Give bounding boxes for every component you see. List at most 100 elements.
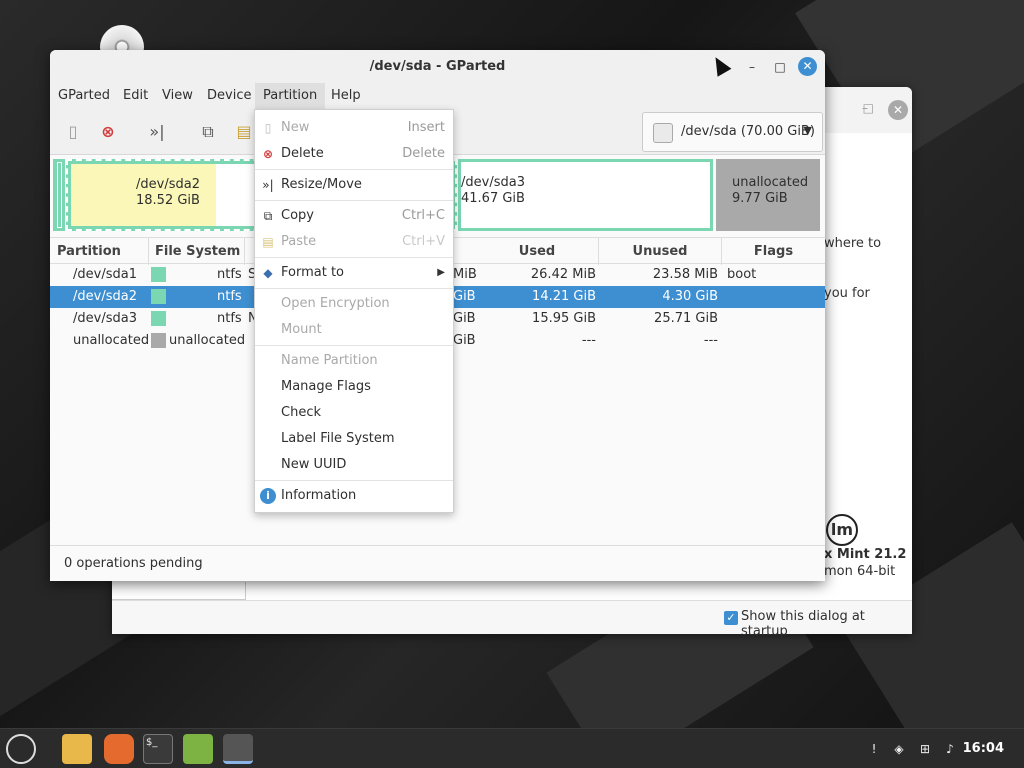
menu-separator [255,169,453,170]
new-icon[interactable]: ▯ [62,121,84,143]
gparted-task-icon[interactable] [223,734,253,764]
cell-flags: boot [727,267,757,282]
menubar: GParted Edit View Device Partition Help [50,83,825,109]
menu-device[interactable]: Device [199,83,259,109]
cell-fs: ntfs [217,311,242,326]
paste-icon: ▤ [262,235,274,249]
cell-partition: /dev/sda1 [73,267,137,282]
menu-item-label: Check [281,405,321,420]
cell-used: 14.21 GiB [532,289,596,304]
submenu-arrow-icon: ▶ [437,267,445,278]
welcome-maximize-button[interactable]: □ [863,101,874,115]
menu-item-label: Delete [281,146,324,161]
menu-separator [255,480,453,481]
menu-item-check[interactable]: Check [255,400,453,426]
disk-segment-sda2-size: 18.52 GiB [136,193,200,208]
disk-segment-sda3-name: /dev/sda3 [461,175,525,190]
terminal-icon[interactable]: $_ [143,734,173,764]
cell-unused: --- [703,333,718,348]
disk-icon [653,123,673,143]
menu-item-name-partition[interactable]: Name Partition [255,348,453,374]
statusbar: 0 operations pending [50,545,825,581]
menu-help[interactable]: Help [323,83,369,109]
menu-item-accel: Ctrl+C [401,208,445,223]
menu-item-label: Information [281,488,357,503]
startup-checkbox[interactable]: ✓ [724,611,738,625]
startup-checkbox-label[interactable]: Show this dialog at startup [741,609,912,639]
menu-partition[interactable]: Partition [255,83,326,109]
menu-item-mount[interactable]: Mount [255,317,453,343]
menu-item-information[interactable]: i Information [255,483,453,509]
disk-segment-unallocated[interactable]: unallocated 9.77 GiB [716,159,820,231]
copy-icon: ⧉ [263,209,273,223]
partition-menu: ▯ New Insert ⊗ Delete Delete »| Resize/M… [254,109,454,513]
menu-item-open-encryption[interactable]: Open Encryption [255,291,453,317]
menu-item-paste[interactable]: ▤ Paste Ctrl+V [255,229,453,255]
cell-size: GiB [453,333,476,348]
col-unused[interactable]: Unused [599,238,722,265]
menu-item-label-file-system[interactable]: Label File System [255,426,453,452]
disk-segment-sda3-size: 41.67 GiB [461,191,525,206]
menu-view[interactable]: View [154,83,201,109]
format-icon: ◆ [263,266,273,280]
delete-icon[interactable]: ⊗ [97,121,119,143]
cell-unused: 23.58 MiB [652,267,718,282]
clock[interactable]: 16:04 [963,741,1004,756]
col-partition[interactable]: Partition [50,238,149,265]
cell-unused: 25.71 GiB [654,311,718,326]
cell-used: 15.95 GiB [532,311,596,326]
menu-item-resize-move[interactable]: »| Resize/Move [255,172,453,198]
menu-item-label: Manage Flags [281,379,371,394]
disk-segment-sda3[interactable]: /dev/sda3 41.67 GiB [458,159,713,231]
cell-partition: /dev/sda3 [73,311,137,326]
menu-item-manage-flags[interactable]: Manage Flags [255,374,453,400]
disk-segment-sda1[interactable] [53,159,65,231]
menu-item-label: New UUID [281,457,347,472]
shield-icon[interactable]: ◈ [891,741,907,757]
delete-icon: ⊗ [262,147,274,161]
menu-item-label: Open Encryption [281,296,390,311]
fs-color-swatch [151,289,166,304]
device-selector-label: /dev/sda (70.00 GiB) [681,124,815,139]
cell-partition: /dev/sda2 [73,289,137,304]
col-flags[interactable]: Flags [722,238,825,265]
menu-item-label: Copy [281,208,314,223]
menu-item-label: Label File System [281,431,395,446]
menu-gparted[interactable]: GParted [50,83,118,109]
welcome-version: x Mint 21.2 [824,547,907,562]
paste-icon[interactable]: ▤ [233,121,255,143]
welcome-arch: mon 64-bit [824,564,896,579]
menu-separator [255,288,453,289]
network-icon[interactable]: ⊞ [917,741,933,757]
menu-item-new-uuid[interactable]: New UUID [255,452,453,478]
welcome-text-1: where to [824,236,882,251]
cell-fs: ntfs [217,267,242,282]
menu-item-label: Paste [281,234,317,249]
col-filesystem[interactable]: File System [149,238,245,265]
titlebar[interactable]: /dev/sda - GParted – □ ✕ [50,50,825,83]
menu-item-label: Mount [281,322,322,337]
welcome-close-button[interactable]: ✕ [888,100,908,120]
operations-pending: 0 operations pending [64,556,203,571]
disk-segment-unallocated-size: 9.77 GiB [732,191,788,206]
menu-edit[interactable]: Edit [115,83,156,109]
resize-move-icon[interactable]: »| [146,121,168,143]
maximize-button[interactable]: □ [771,58,789,76]
menu-item-copy[interactable]: ⧉ Copy Ctrl+C [255,203,453,229]
close-button[interactable]: ✕ [798,57,817,76]
col-used[interactable]: Used [476,238,599,265]
minimize-button[interactable]: – [743,58,761,76]
menu-item-format-to[interactable]: ◆ Format to ▶ [255,260,453,286]
firefox-icon[interactable] [104,734,134,764]
cell-size: MiB [453,267,477,282]
notifications-icon[interactable]: ! [866,741,882,757]
files-icon[interactable] [62,734,92,764]
copy-icon[interactable]: ⧉ [197,121,219,143]
device-selector[interactable]: /dev/sda (70.00 GiB) ▼ [642,112,823,152]
cell-used: 26.42 MiB [530,267,596,282]
mint-welcome-icon[interactable] [183,734,213,764]
menu-item-new[interactable]: ▯ New Insert [255,115,453,141]
volume-icon[interactable]: ♪ [942,741,958,757]
menu-item-delete[interactable]: ⊗ Delete Delete [255,141,453,167]
mint-menu-icon[interactable] [6,734,36,764]
